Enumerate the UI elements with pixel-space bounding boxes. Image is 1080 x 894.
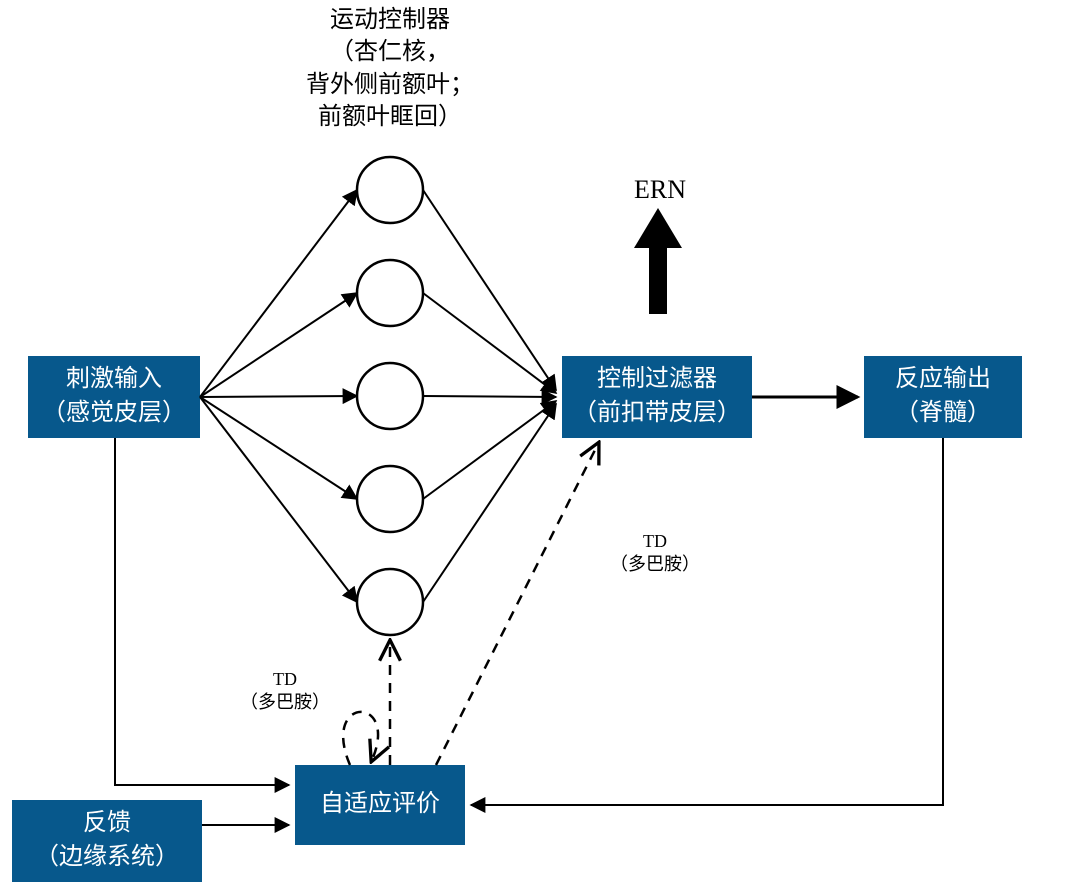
box-line: （边缘系统） [35,841,179,875]
edge-stimulus-to-circle [200,396,357,397]
td-line: （多巴胺） [225,691,345,714]
ern-arrow [634,208,682,314]
motor-node-circle [357,363,423,429]
title-line: 运动控制器 [250,4,530,36]
diagram-svg [0,0,1080,894]
stimulus-input-box: 刺激输入 （感觉皮层） [28,356,200,438]
edge-critic-to-filter-dashed [436,444,598,765]
box-line: 刺激输入 [66,363,162,397]
title-line: （杏仁核， [250,36,530,68]
edge-circle-to-filter [423,401,556,499]
edge-stimulus-to-circle [200,397,357,602]
adaptive-critic-box: 自适应评价 [295,765,465,845]
box-line: 反应输出 [895,363,991,397]
box-line: （脊髓） [895,397,991,431]
td-label-left: TD （多巴胺） [225,668,345,715]
edge-critic-self-loop [343,712,378,765]
box-line: 反馈 [83,807,131,841]
edge-circle-to-filter [423,404,556,602]
td-line: TD [225,668,345,691]
box-line: （前扣带皮层） [573,397,741,431]
td-line: （多巴胺） [595,553,715,576]
response-output-box: 反应输出 （脊髓） [864,356,1022,438]
motor-node-circle [357,260,423,326]
edge-circle-to-filter [423,293,556,393]
td-line: TD [595,530,715,553]
ern-label: ERN [630,172,690,207]
feedback-box: 反馈 （边缘系统） [12,800,202,882]
box-line: 控制过滤器 [597,363,717,397]
motor-controller-title: 运动控制器 （杏仁核， 背外侧前额叶； 前额叶眶回） [250,4,530,134]
box-line: （感觉皮层） [42,397,186,431]
box-line: 自适应评价 [320,788,440,822]
edge-response-to-critic [471,438,943,805]
edge-circle-to-filter [423,190,556,390]
edge-circle-to-filter [423,396,556,397]
edge-stimulus-to-circle [200,397,357,499]
edge-stimulus-to-circle [200,190,357,397]
title-line: 背外侧前额叶； [250,69,530,101]
motor-node-circle [357,157,423,223]
motor-node-circle [357,466,423,532]
td-label-right: TD （多巴胺） [595,530,715,577]
edge-stimulus-to-critic [115,438,289,785]
edge-stimulus-to-circle [200,293,357,397]
control-filter-box: 控制过滤器 （前扣带皮层） [562,356,752,438]
title-line: 前额叶眶回） [250,101,530,133]
motor-node-circle [357,569,423,635]
